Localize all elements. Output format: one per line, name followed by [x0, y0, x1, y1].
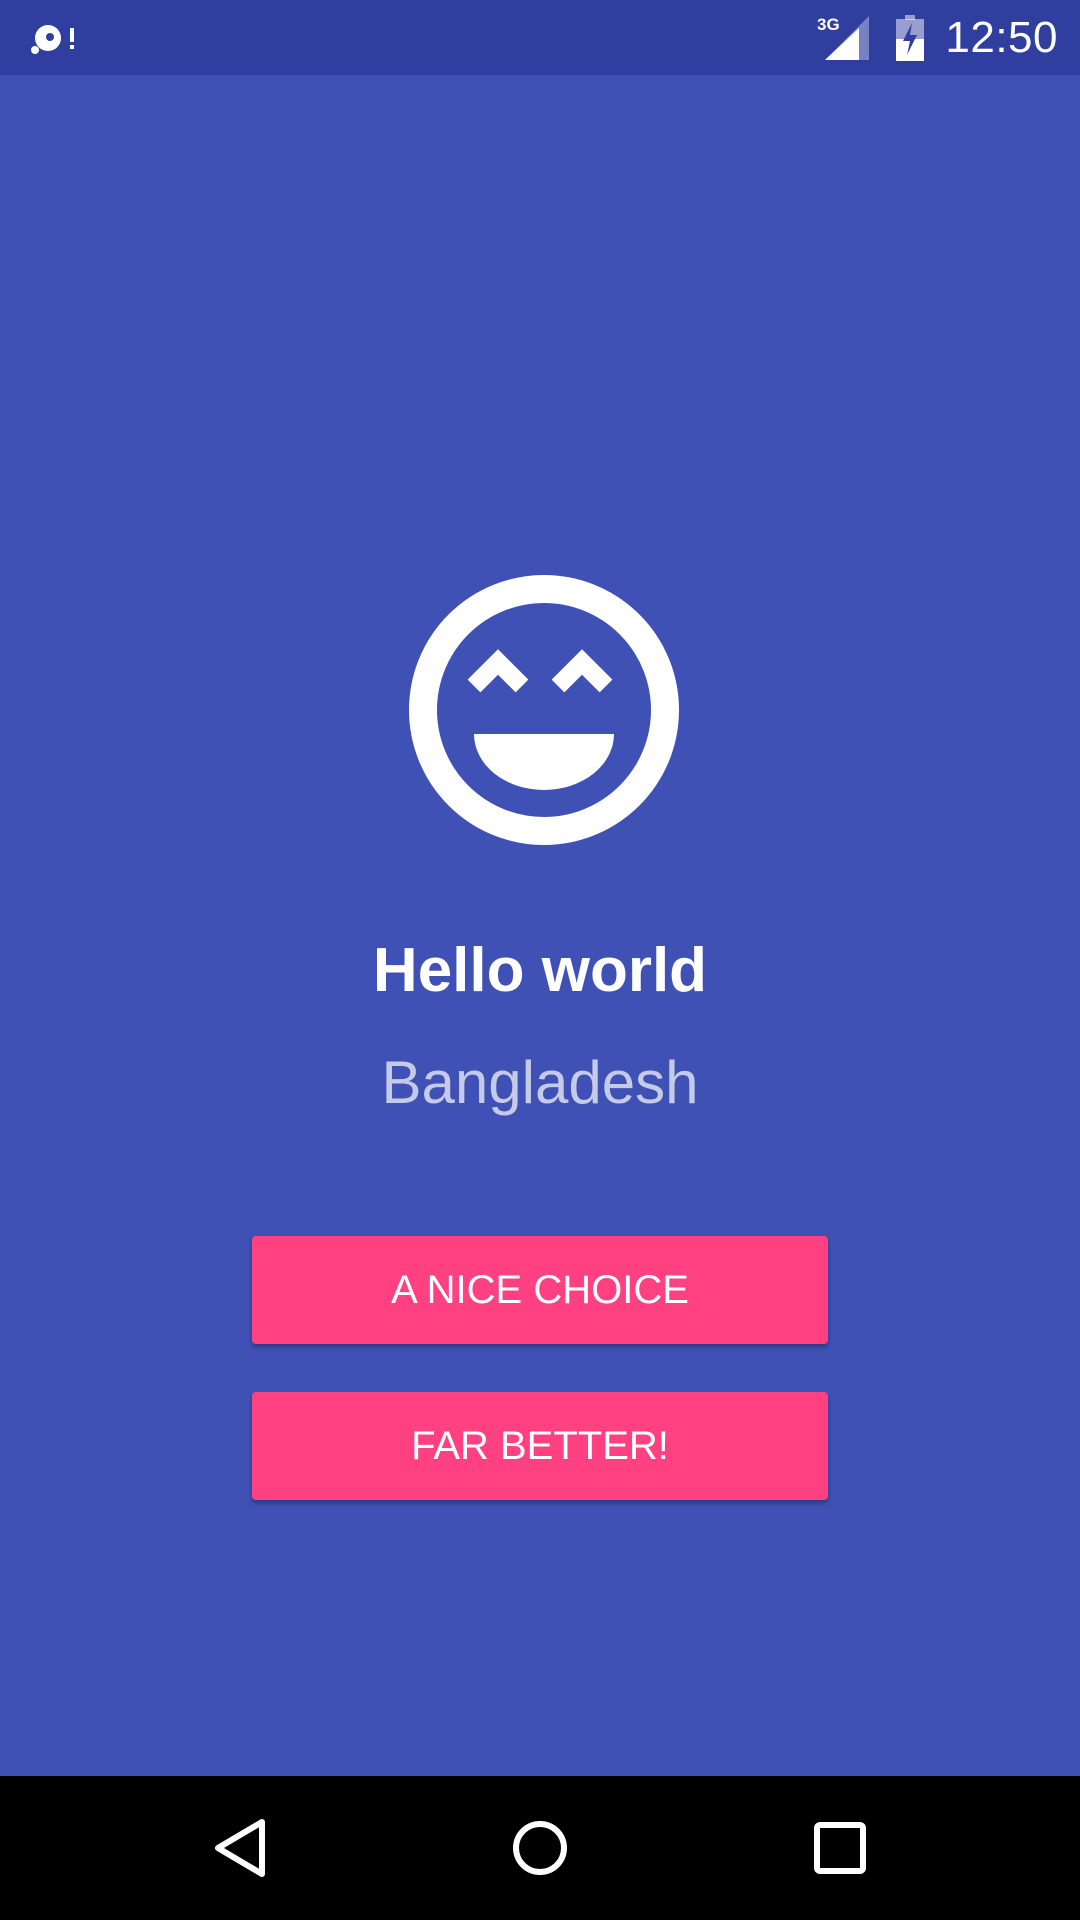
clock: 12:50 [945, 12, 1058, 62]
page-title: Hello world [372, 936, 708, 1005]
screen: 3G 12:50 Hello world Bangladesh A NICE C… [0, 0, 1080, 1920]
notification-icon [31, 25, 74, 54]
home-icon[interactable] [500, 1808, 580, 1888]
far-better-button[interactable]: FAR BETTER! [252, 1392, 828, 1500]
page-subtitle: Bangladesh [381, 1049, 699, 1116]
nice-choice-button[interactable]: A NICE CHOICE [252, 1236, 828, 1344]
network-label: 3G [817, 15, 840, 34]
back-icon[interactable] [200, 1808, 280, 1888]
status-bar: 3G 12:50 [0, 0, 1080, 75]
recents-icon[interactable] [800, 1808, 880, 1888]
smiley-icon [409, 575, 679, 845]
navigation-bar [0, 1776, 1080, 1920]
battery-charging-icon [896, 14, 925, 61]
status-icons: 3G 12:50 [817, 0, 1058, 75]
signal-3g-icon: 3G [817, 15, 870, 60]
